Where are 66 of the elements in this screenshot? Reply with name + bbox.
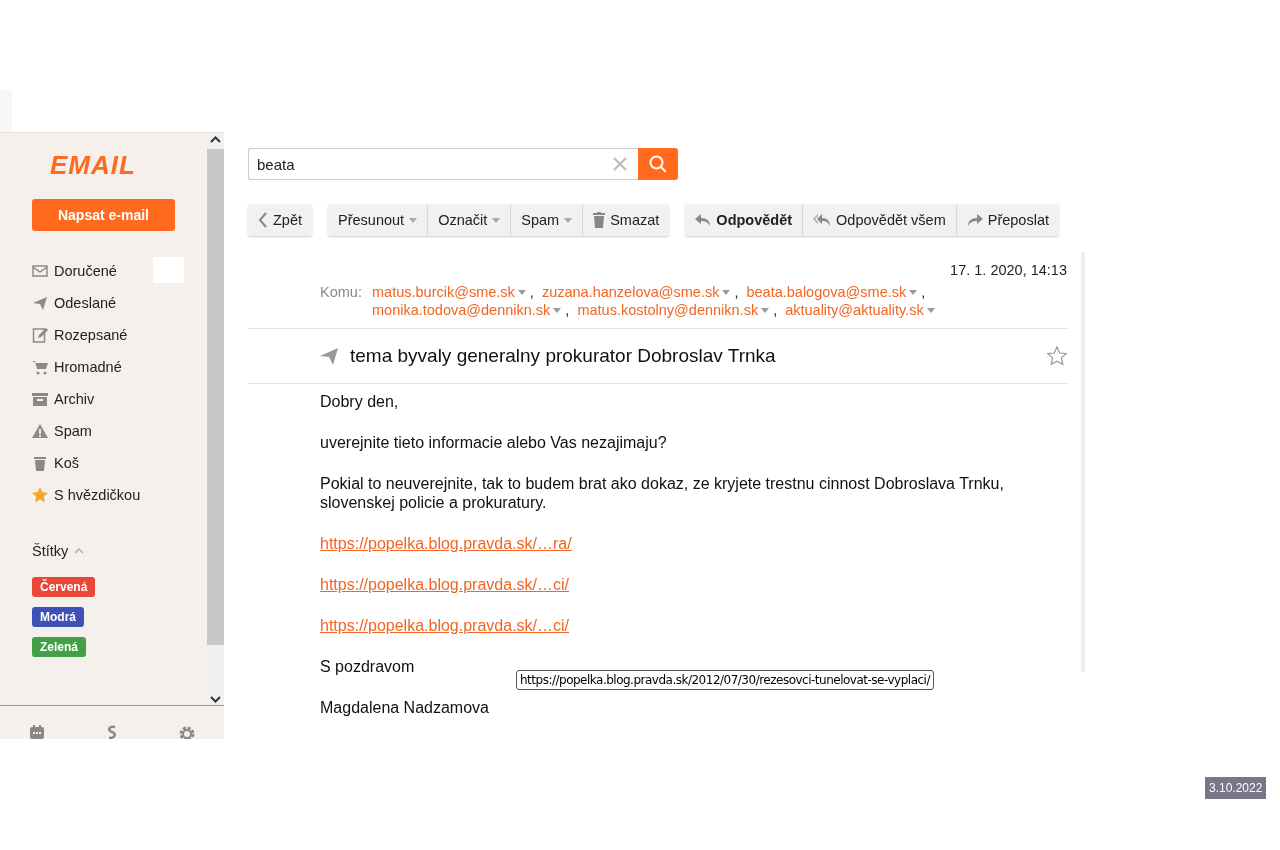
folder-item[interactable]: S hvězdičkou <box>32 479 207 511</box>
body-text: uverejnite tieto informacie alebo Vas nezajimaju? <box>320 433 668 452</box>
caret-icon <box>409 217 418 223</box>
separator: , <box>529 284 534 300</box>
folder-item[interactable]: Hromadné <box>32 351 207 383</box>
caret-icon <box>761 307 770 313</box>
link-tooltip: https://popelka.blog.pravda.sk/2012/07/30/rezesovci-tunelovat-se-vyplaci/ <box>516 670 934 690</box>
toolbar-button[interactable]: Odpovědět <box>685 204 803 236</box>
date-stamp: 3.10.2022 <box>1205 777 1267 799</box>
toolbar-button[interactable]: Zpět <box>248 204 312 236</box>
separator: , <box>565 302 570 318</box>
warning-icon <box>32 423 48 439</box>
search-icon <box>649 155 667 173</box>
paper-plane-icon <box>32 295 48 311</box>
edit-icon <box>32 327 48 343</box>
separator: , <box>734 284 739 300</box>
caret-icon <box>517 289 526 295</box>
toolbar-button[interactable]: Spam <box>510 204 583 236</box>
label-tag[interactable]: Červená <box>32 577 96 597</box>
toolbar-button[interactable]: Odpovědět všem <box>802 204 956 236</box>
caret-icon <box>553 307 562 313</box>
toolbar-button[interactable]: Označit <box>427 204 511 236</box>
back-icon <box>258 212 268 228</box>
folder-item[interactable]: Rozepsané <box>32 319 207 351</box>
star-icon[interactable] <box>1047 346 1067 366</box>
collapse-icon[interactable] <box>74 548 85 554</box>
folder-item[interactable]: Koš <box>32 447 207 479</box>
search-field[interactable]: beata <box>248 148 638 180</box>
to-label: Komu: <box>320 284 363 302</box>
caret-icon <box>722 289 731 295</box>
body-text: Magdalena Nadzamova <box>320 698 490 717</box>
message-date: 17. 1. 2020, 14:13 <box>949 262 1067 280</box>
search-button[interactable] <box>638 148 678 180</box>
separator: , <box>773 302 778 318</box>
caret-icon <box>492 217 501 223</box>
envelope-icon <box>32 263 48 279</box>
cart-icon <box>32 359 48 375</box>
star-icon <box>32 487 48 503</box>
clear-icon[interactable] <box>613 157 627 171</box>
label-tag[interactable]: Modrá <box>32 607 84 627</box>
body-text: Dobry den, <box>320 392 400 411</box>
toolbar-button[interactable]: Přeposlat <box>955 204 1059 236</box>
forward-icon <box>966 214 983 226</box>
body-text: S pozdravom <box>320 657 416 676</box>
body-text: Pokial to neuverejnite, tak to budem brat ako dokaz, ze kryjete trestnu cinnost Dobroslava Trnku, slovenskej policie a prokuratury. <box>320 474 1005 512</box>
caret-icon <box>909 289 918 295</box>
settings-icon[interactable] <box>177 725 196 739</box>
folder-item[interactable]: Doručené <box>32 255 207 287</box>
trash-icon <box>593 212 606 228</box>
calendar-icon[interactable] <box>28 725 47 739</box>
reply-all-icon <box>813 214 832 226</box>
trash-icon <box>32 455 48 471</box>
logo: EMAIL <box>50 151 136 179</box>
toolbar-button[interactable]: Přesunout <box>328 204 428 236</box>
folder-item[interactable]: Archiv <box>32 383 207 415</box>
reply-icon <box>695 214 712 226</box>
caret-icon <box>564 217 573 223</box>
caret-icon <box>926 307 935 313</box>
folder-item[interactable]: Odeslané <box>32 287 207 319</box>
toolbar-button[interactable]: Smazat <box>582 204 670 236</box>
message-subject: tema byvaly generalny prokurator Dobroslav Trnka <box>350 345 777 367</box>
labels-heading[interactable]: Štítky <box>32 543 69 559</box>
archive-icon <box>32 391 48 407</box>
paper-plane-icon <box>320 347 338 365</box>
separator: , <box>921 284 926 300</box>
folder-item[interactable]: Spam <box>32 415 207 447</box>
